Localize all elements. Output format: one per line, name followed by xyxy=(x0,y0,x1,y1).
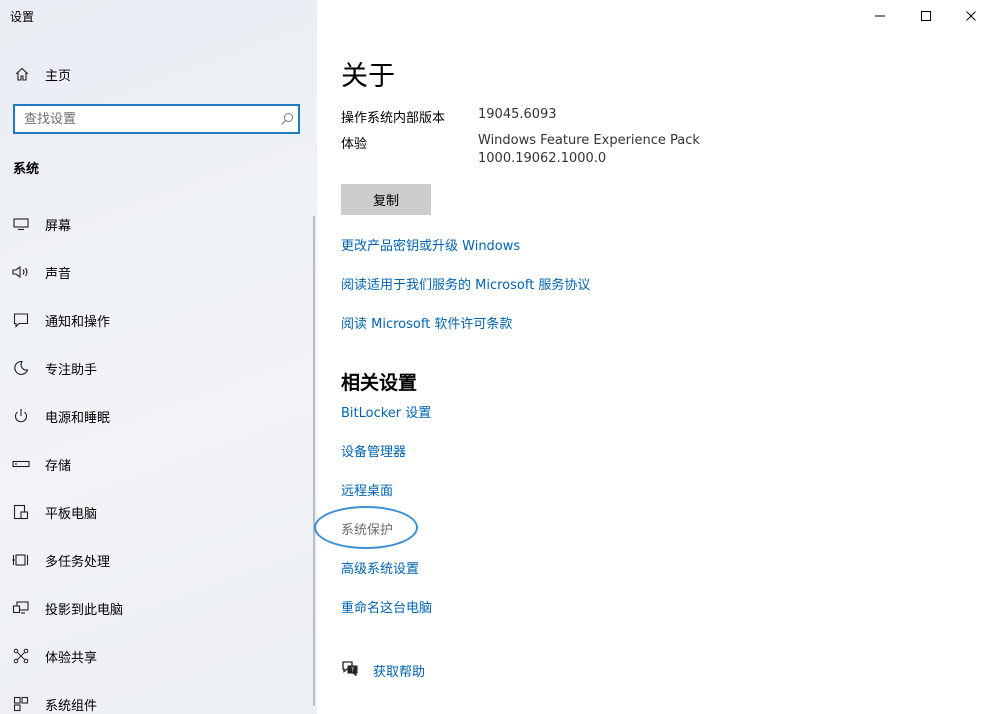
sidebar: 设置 主页 系统 屏幕 声音 通知和操作 专注助手 电源和睡眠 存储 平板 xyxy=(0,0,317,714)
speaker-icon xyxy=(11,263,31,281)
sidebar-item-label: 系统组件 xyxy=(45,698,98,714)
remote-desktop-link[interactable]: 远程桌面 xyxy=(341,480,393,499)
page-title: 关于 xyxy=(341,61,395,92)
section-header: 系统 xyxy=(13,162,40,177)
moon-icon xyxy=(11,359,31,377)
sidebar-item-power[interactable]: 电源和睡眠 xyxy=(0,392,317,440)
sidebar-item-shared-experiences[interactable]: 体验共享 xyxy=(0,632,317,680)
search-icon[interactable] xyxy=(276,112,298,126)
tablet-icon xyxy=(11,503,31,521)
sidebar-item-tablet[interactable]: 平板电脑 xyxy=(0,488,317,536)
related-settings-title: 相关设置 xyxy=(341,372,418,394)
sidebar-item-multitasking[interactable]: 多任务处理 xyxy=(0,536,317,584)
monitor-icon xyxy=(11,215,31,233)
license-terms-link[interactable]: 阅读 Microsoft 软件许可条款 xyxy=(341,313,512,332)
device-manager-link[interactable]: 设备管理器 xyxy=(341,441,406,460)
components-icon xyxy=(11,695,31,713)
sidebar-item-label: 体验共享 xyxy=(45,650,98,666)
spec-value-experience: Windows Feature Experience Pack xyxy=(478,133,700,148)
sidebar-item-label: 屏幕 xyxy=(45,218,72,234)
sidebar-item-label: 多任务处理 xyxy=(45,554,111,570)
services-agreement-link[interactable]: 阅读适用于我们服务的 Microsoft 服务协议 xyxy=(341,274,590,293)
multitask-icon xyxy=(11,551,31,569)
help-chat-icon: ? xyxy=(341,660,359,680)
sidebar-item-label: 专注助手 xyxy=(45,362,98,378)
advanced-system-settings-link[interactable]: 高级系统设置 xyxy=(341,558,419,577)
notification-icon xyxy=(11,311,31,329)
bitlocker-settings-link[interactable]: BitLocker 设置 xyxy=(341,402,431,421)
sidebar-item-storage[interactable]: 存储 xyxy=(0,440,317,488)
copy-button[interactable]: 复制 xyxy=(341,184,431,215)
sidebar-item-label: 电源和睡眠 xyxy=(45,410,111,426)
sidebar-item-projecting[interactable]: 投影到此电脑 xyxy=(0,584,317,632)
power-icon xyxy=(11,407,31,425)
storage-icon xyxy=(11,455,31,473)
spec-value-experience-version: 1000.19062.1000.0 xyxy=(478,151,607,166)
minimize-button[interactable] xyxy=(857,0,903,32)
search-input[interactable] xyxy=(15,106,276,132)
svg-text:?: ? xyxy=(351,667,354,674)
spec-label-os-build: 操作系统内部版本 xyxy=(341,111,446,126)
get-help-link[interactable]: ? 获取帮助 xyxy=(341,660,425,680)
sidebar-item-focus-assist[interactable]: 专注助手 xyxy=(0,344,317,392)
sidebar-item-system-components[interactable]: 系统组件 xyxy=(0,680,317,714)
share-icon xyxy=(11,647,31,665)
sidebar-scrollbar[interactable] xyxy=(313,216,315,706)
sidebar-item-display[interactable]: 屏幕 xyxy=(0,200,317,248)
sidebar-item-label: 声音 xyxy=(45,266,72,282)
home-nav-item[interactable]: 主页 xyxy=(0,58,317,90)
get-help-label: 获取帮助 xyxy=(373,664,426,680)
minimize-icon xyxy=(874,7,886,26)
maximize-icon xyxy=(920,7,932,26)
rename-pc-link[interactable]: 重命名这台电脑 xyxy=(341,597,432,616)
spec-label-experience: 体验 xyxy=(341,137,368,152)
close-icon xyxy=(965,7,977,26)
app-title: 设置 xyxy=(10,10,35,24)
sidebar-item-label: 通知和操作 xyxy=(45,314,111,330)
sidebar-item-sound[interactable]: 声音 xyxy=(0,248,317,296)
spec-value-os-build: 19045.6093 xyxy=(478,107,557,122)
change-product-key-link[interactable]: 更改产品密钥或升级 Windows xyxy=(341,235,520,254)
close-button[interactable] xyxy=(948,0,991,32)
search-box[interactable] xyxy=(13,104,300,134)
sidebar-item-notifications[interactable]: 通知和操作 xyxy=(0,296,317,344)
sidebar-item-label: 存储 xyxy=(45,458,72,474)
sidebar-item-label: 投影到此电脑 xyxy=(45,602,124,618)
highlight-annotation xyxy=(314,506,418,549)
home-icon xyxy=(13,65,31,83)
home-label: 主页 xyxy=(45,68,72,84)
sidebar-item-label: 平板电脑 xyxy=(45,506,98,522)
maximize-button[interactable] xyxy=(903,0,949,32)
project-icon xyxy=(11,599,31,617)
